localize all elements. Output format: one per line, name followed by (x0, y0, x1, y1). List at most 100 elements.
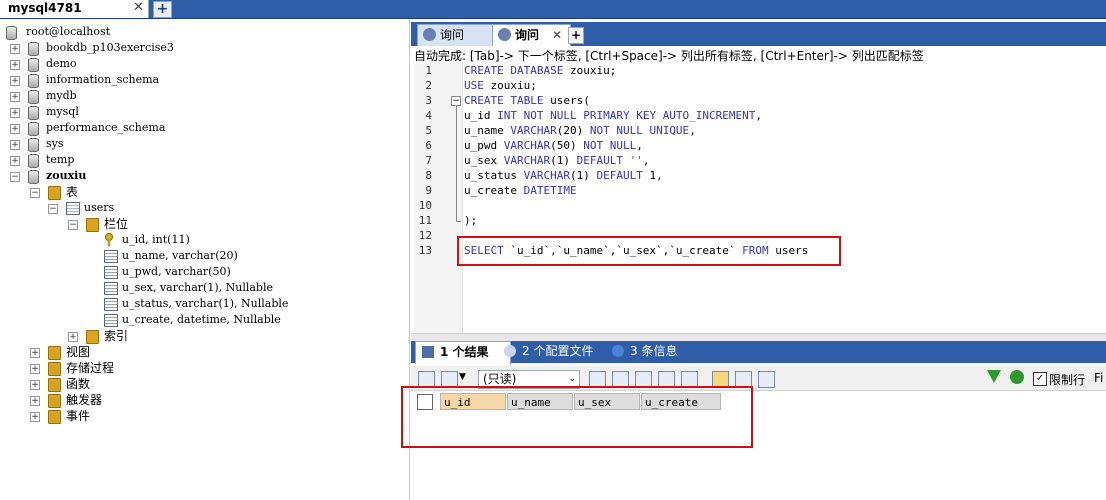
expand-icon[interactable]: + (30, 396, 40, 406)
expand-icon[interactable]: + (10, 60, 20, 70)
tree-db-information_schema[interactable]: + information_schema (10, 72, 370, 88)
collapse-icon[interactable]: − (30, 188, 40, 198)
filter-icon[interactable] (987, 370, 1001, 383)
tree-column[interactable]: u_status, varchar(1), Nullable (104, 296, 464, 312)
close-icon[interactable]: ✕ (552, 25, 562, 45)
tree-folder-0[interactable]: + 视图 (30, 344, 390, 360)
tree-node-label: root@localhost (26, 25, 111, 38)
tree-folder-4[interactable]: + 事件 (30, 408, 390, 424)
tree-node-label: users (84, 201, 115, 214)
tab-query-1[interactable]: 询问 (417, 24, 501, 46)
tab-messages-label: 3 条信息 (630, 344, 678, 358)
tree-folder-1[interactable]: + 存储过程 (30, 360, 390, 376)
code-line: u_sex VARCHAR(1) DEFAULT '', (464, 154, 650, 167)
connection-tab[interactable]: mysql4781 ✕ (0, 0, 149, 18)
expand-icon[interactable]: + (30, 380, 40, 390)
code-line: USE zouxiu; (464, 79, 537, 92)
tree-node-label: information_schema (46, 73, 160, 86)
collapse-icon[interactable]: − (10, 172, 20, 182)
folder-icon (48, 346, 61, 360)
expand-icon[interactable]: + (30, 348, 40, 358)
tree-node-label: u_status, varchar(1), Nullable (122, 297, 289, 310)
result-highlight (401, 386, 753, 448)
tree-folder-3[interactable]: + 触发器 (30, 392, 390, 408)
tree-folder-tables[interactable]: − 表 (30, 184, 390, 200)
collapse-icon[interactable]: − (68, 220, 78, 230)
database-icon (28, 58, 39, 72)
column-icon (104, 298, 118, 311)
tree-column[interactable]: u_id, int(11) (104, 232, 464, 248)
expand-icon[interactable]: + (10, 108, 20, 118)
query-icon (423, 28, 436, 41)
close-icon[interactable]: ✕ (133, 0, 144, 15)
tree-node-label: u_pwd, varchar(50) (122, 265, 231, 278)
database-icon (28, 74, 39, 88)
tree-node-label: 索引 (104, 329, 129, 343)
folder-icon (86, 330, 99, 344)
tab-result[interactable]: 1 个结果 (415, 341, 511, 364)
tree-node-label: 函数 (66, 377, 91, 391)
text-view-icon[interactable] (758, 371, 775, 388)
tab-profile-label: 2 个配置文件 (522, 344, 594, 358)
tab-result-label: 1 个结果 (440, 345, 489, 359)
tree-column[interactable]: u_name, varchar(20) (104, 248, 464, 264)
profile-icon (504, 345, 516, 357)
add-query-tab-button[interactable]: + (568, 27, 584, 44)
tree-db-bookdb_p103exercise3[interactable]: + bookdb_p103exercise3 (10, 40, 370, 56)
tab-messages[interactable]: 3 条信息 (606, 341, 708, 363)
folder-icon (48, 362, 61, 376)
code-line: ); (464, 214, 478, 227)
refresh-icon[interactable] (1010, 370, 1024, 384)
tree-column[interactable]: u_create, datetime, Nullable (104, 312, 464, 328)
folder-icon (48, 378, 61, 392)
server-icon (6, 26, 17, 40)
tree-node-label: demo (46, 57, 77, 70)
database-icon (28, 154, 39, 168)
tree-column[interactable]: u_sex, varchar(1), Nullable (104, 280, 464, 296)
expand-icon[interactable]: + (30, 412, 40, 422)
code-line: u_status VARCHAR(1) DEFAULT 1, (464, 169, 663, 182)
tree-folder-2[interactable]: + 函数 (30, 376, 390, 392)
tree-db-zouxiu[interactable]: − zouxiu (10, 168, 370, 184)
tree-db-sys[interactable]: + sys (10, 136, 370, 152)
database-icon (28, 170, 39, 184)
expand-icon[interactable]: + (30, 364, 40, 374)
tab-query-1-label: 询问 (440, 28, 465, 42)
column-icon (104, 282, 118, 295)
tree-db-mysql[interactable]: + mysql (10, 104, 370, 120)
tree-node-label: sys (46, 137, 64, 150)
folder-icon (48, 186, 61, 200)
tab-query-2-label: 询问 (515, 28, 540, 42)
tree-node-label: performance_schema (46, 121, 166, 134)
fold-toggle[interactable]: − (451, 96, 461, 106)
tree-table-users[interactable]: − users (48, 200, 408, 216)
code-line: u_create DATETIME (464, 184, 577, 197)
query-icon (498, 28, 511, 41)
expand-icon[interactable]: + (10, 140, 20, 150)
expand-icon[interactable]: + (10, 76, 20, 86)
first-rows-field[interactable]: Fi (1094, 371, 1103, 385)
tree-db-mydb[interactable]: + mydb (10, 88, 370, 104)
tree-db-demo[interactable]: + demo (10, 56, 370, 72)
tree-db-performance_schema[interactable]: + performance_schema (10, 120, 370, 136)
tree-node-label: 触发器 (66, 393, 103, 407)
tree-root[interactable]: root@localhost (6, 24, 366, 40)
tree-folder-index[interactable]: + 索引 (68, 328, 428, 344)
tree-db-temp[interactable]: + temp (10, 152, 370, 168)
column-icon (104, 266, 118, 279)
limit-rows-checkbox[interactable]: ✓ (1033, 372, 1047, 386)
expand-icon[interactable]: + (10, 156, 20, 166)
tree-column[interactable]: u_pwd, varchar(50) (104, 264, 464, 280)
expand-icon[interactable]: + (10, 92, 20, 102)
collapse-icon[interactable]: − (48, 204, 58, 214)
tree-node-label: 栏位 (104, 217, 129, 231)
tab-profile[interactable]: 2 个配置文件 (498, 341, 619, 363)
tab-query-2[interactable]: 询问 ✕ (492, 24, 571, 46)
expand-icon[interactable]: + (10, 124, 20, 134)
tree-folder-columns[interactable]: − 栏位 (68, 216, 428, 232)
expand-icon[interactable]: + (68, 332, 78, 342)
chevron-down-icon[interactable]: ▼ (459, 372, 466, 382)
tree-node-label: u_sex, varchar(1), Nullable (122, 281, 273, 294)
expand-icon[interactable]: + (10, 44, 20, 54)
add-connection-button[interactable]: + (153, 1, 172, 18)
